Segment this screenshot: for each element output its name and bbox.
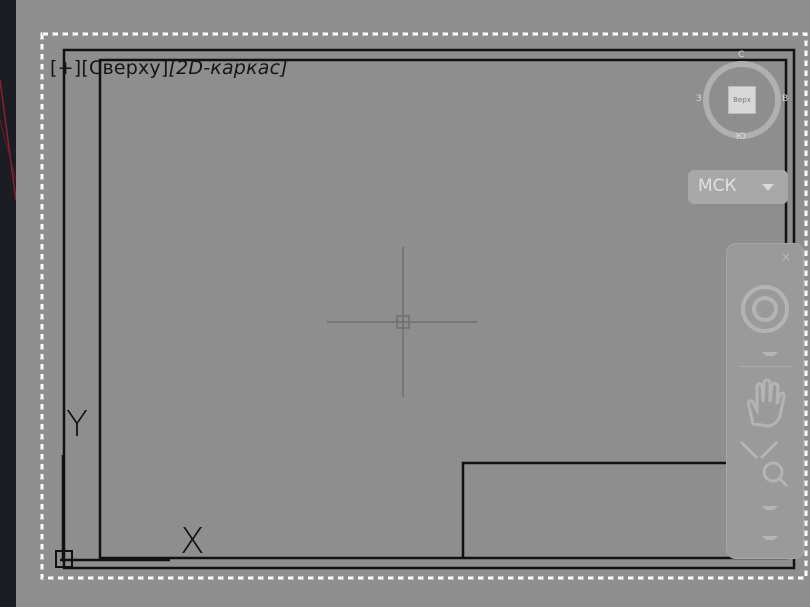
wcs-menu-button[interactable]: МСК <box>688 170 788 204</box>
frame-inner <box>98 58 788 560</box>
frame-outer <box>62 48 796 570</box>
compass-west[interactable]: З <box>696 94 702 104</box>
sheet-border-outer <box>40 32 808 580</box>
viewcube[interactable]: С Ю З В Верх <box>696 50 788 142</box>
navigation-bar: × <box>726 243 804 559</box>
close-icon[interactable]: × <box>781 250 791 264</box>
viewcube-top-face[interactable]: Верх <box>728 86 756 114</box>
drawing-canvas[interactable] <box>0 0 810 607</box>
separator <box>739 366 793 367</box>
view-menu-button[interactable]: [Сверху] <box>81 56 168 80</box>
chevron-down-icon[interactable] <box>762 352 778 359</box>
viewport-menu-button[interactable]: [+] <box>50 56 81 80</box>
compass-east[interactable]: В <box>782 94 788 104</box>
ucs-icon <box>55 455 170 568</box>
compass-south[interactable]: Ю <box>736 132 746 142</box>
compass-north[interactable]: С <box>738 50 744 60</box>
visual-style-menu-button[interactable]: [2D-каркас] <box>169 56 288 80</box>
chevron-down-icon <box>762 184 774 191</box>
sheet-border-inner <box>41 33 807 579</box>
customize-icon[interactable] <box>762 536 778 543</box>
zoom-button[interactable] <box>735 436 795 488</box>
crosshair-cursor <box>327 247 477 397</box>
wcs-label: МСК <box>698 176 737 196</box>
ucs-y-label: Y <box>66 404 88 445</box>
steering-wheel-icon <box>741 285 789 333</box>
pan-button[interactable] <box>735 376 795 428</box>
viewport-controls: [+][Сверху][2D-каркас] <box>50 56 288 80</box>
ucs-x-label: X <box>180 521 205 562</box>
chevron-down-icon[interactable] <box>762 506 778 513</box>
steering-wheel-button[interactable] <box>735 284 795 334</box>
zoom-extents-icon <box>739 440 789 488</box>
hand-icon <box>746 378 786 428</box>
